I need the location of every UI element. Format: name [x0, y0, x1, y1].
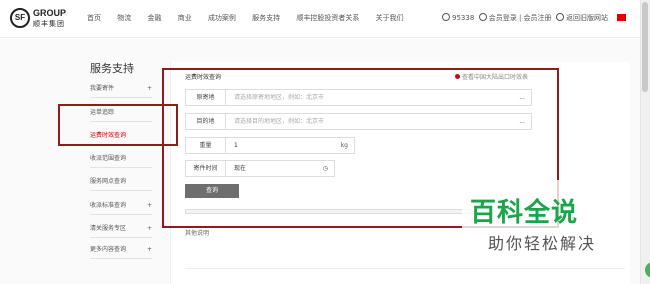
- sf-logo-mark: SF: [10, 8, 30, 28]
- member-register-link[interactable]: 会员注册: [524, 14, 552, 22]
- content-divider: [185, 268, 625, 269]
- header-utilities: 95338 会员登录 | 会员注册 返回旧版网站: [442, 13, 608, 23]
- result-label: 其他说明: [185, 230, 210, 237]
- expand-icon[interactable]: +: [147, 197, 152, 215]
- expand-icon[interactable]: +: [147, 241, 152, 259]
- sidebar-item-more[interactable]: 更多内容查询 +: [90, 241, 152, 259]
- sidebar-item-standards[interactable]: 收派标准查询 +: [90, 197, 152, 215]
- scrollbar-thumb[interactable]: [642, 2, 648, 92]
- hotline-number: 95338: [452, 14, 475, 22]
- highlight-box-sidebar: [58, 104, 178, 146]
- sidebar-item-outlets[interactable]: 服务网点查询: [90, 173, 152, 191]
- user-icon: [478, 13, 487, 21]
- member-login-link[interactable]: 会员登录: [489, 14, 517, 22]
- sidebar-item-coverage[interactable]: 收派范围查询: [90, 150, 152, 168]
- china-flag-icon[interactable]: [617, 14, 626, 21]
- nav-item-about[interactable]: 关于我们: [376, 14, 404, 22]
- sidebar-item-send[interactable]: 我要寄件 +: [90, 80, 152, 98]
- sidebar-item-label: 我要寄件: [90, 85, 115, 92]
- logo-text-en: GROUP: [33, 8, 67, 18]
- expand-icon[interactable]: +: [147, 220, 152, 238]
- sidebar-item-label: 清关服务专区: [90, 225, 127, 232]
- sidebar-item-label: 收派标准查询: [90, 202, 127, 209]
- sidebar-item-customs[interactable]: 清关服务专区 +: [90, 220, 152, 238]
- phone-icon: [442, 13, 450, 21]
- nav-item-investor[interactable]: 顺丰控股投资者关系: [296, 14, 359, 22]
- expand-icon[interactable]: +: [147, 80, 152, 98]
- nav-item-finance[interactable]: 金融: [147, 14, 161, 22]
- nav-item-logistics[interactable]: 物流: [117, 14, 131, 22]
- watermark-subtitle: 助你轻松解决: [488, 234, 597, 253]
- back-icon: [556, 13, 564, 21]
- sidebar-item-label: 更多内容查询: [90, 246, 127, 253]
- sidebar-item-label: 服务网点查询: [90, 178, 127, 185]
- logo-text-cn: 顺丰集团: [33, 20, 65, 28]
- nav-item-home[interactable]: 首页: [87, 14, 101, 22]
- nav-item-commerce[interactable]: 商业: [178, 14, 192, 22]
- old-site-link[interactable]: 返回旧版网站: [566, 14, 608, 22]
- site-header: SF GROUP 顺丰集团 首页 物流 金融 商业 成功案例 服务支持 顺丰控股…: [0, 0, 650, 38]
- watermark-title: 百科全说: [470, 198, 579, 228]
- nav-item-support[interactable]: 服务支持: [252, 14, 280, 22]
- nav-item-cases[interactable]: 成功案例: [208, 14, 236, 22]
- main-nav: 首页 物流 金融 商业 成功案例 服务支持 顺丰控股投资者关系 关于我们: [87, 13, 418, 23]
- sidebar-title: 服务支持: [90, 62, 134, 75]
- highlight-box-corner: [58, 104, 78, 110]
- sidebar-item-label: 收派范围查询: [90, 155, 127, 162]
- sf-group-logo[interactable]: SF GROUP 顺丰集团: [10, 8, 70, 30]
